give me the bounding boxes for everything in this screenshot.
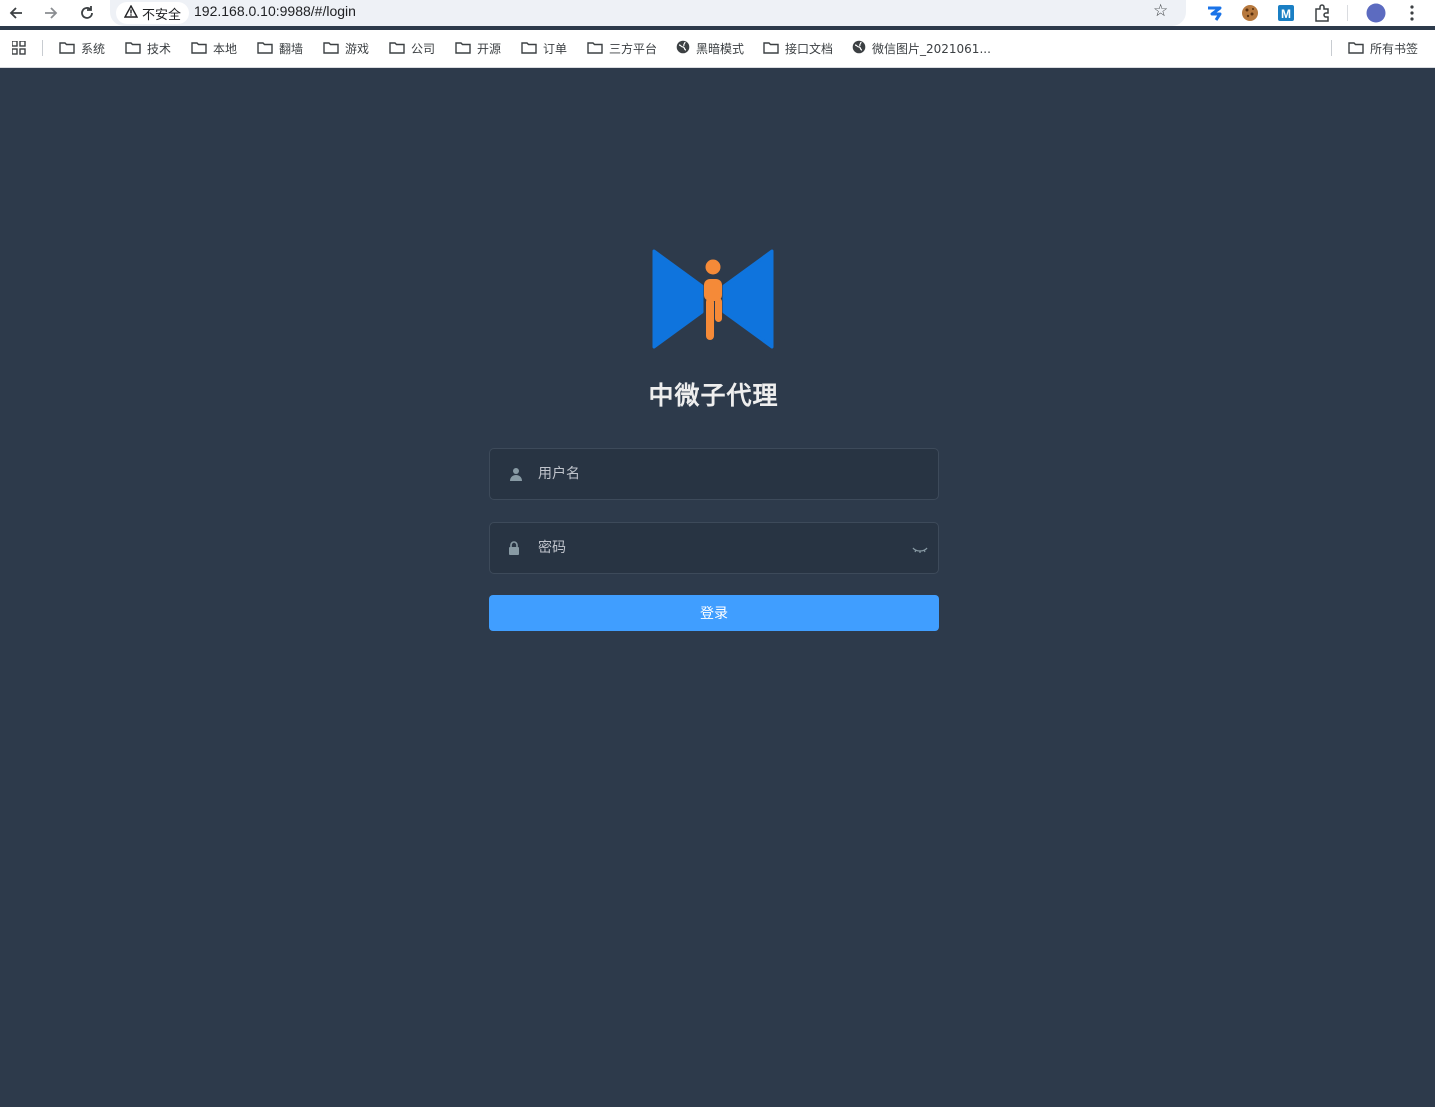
username-field[interactable] bbox=[489, 448, 939, 500]
reload-icon[interactable] bbox=[75, 2, 99, 24]
m-extension-icon[interactable]: M bbox=[1275, 2, 1297, 24]
bookmark-folder-9[interactable]: 三方平台 bbox=[587, 40, 657, 57]
username-input[interactable] bbox=[538, 449, 908, 499]
bookmark-folder-1[interactable]: 系统 bbox=[59, 40, 105, 57]
url-text[interactable]: 192.168.0.10:9988/#/login bbox=[194, 3, 356, 19]
apps-grid-icon[interactable] bbox=[12, 41, 32, 55]
eye-closed-icon[interactable] bbox=[912, 541, 928, 553]
user-icon bbox=[508, 466, 524, 482]
cookie-extension-icon[interactable] bbox=[1239, 2, 1261, 24]
password-input[interactable] bbox=[538, 523, 908, 573]
bookmark-star-icon[interactable]: ☆ bbox=[1153, 1, 1168, 21]
bookmark-link-12[interactable]: 微信图片_2021061... bbox=[852, 40, 991, 57]
bookmark-label: 系统 bbox=[81, 42, 106, 56]
folder-icon bbox=[389, 41, 411, 57]
bookmark-label: 黑暗模式 bbox=[696, 42, 745, 56]
bookmark-folder-6[interactable]: 公司 bbox=[389, 40, 435, 57]
folder-icon bbox=[587, 41, 609, 57]
profile-avatar[interactable] bbox=[1365, 2, 1387, 24]
folder-icon bbox=[521, 41, 543, 57]
folder-icon bbox=[1348, 41, 1370, 57]
bookmark-folder-2[interactable]: 技术 bbox=[125, 40, 171, 57]
bookmark-folder-3[interactable]: 本地 bbox=[191, 40, 237, 57]
bookmarks-divider bbox=[1331, 40, 1332, 56]
security-chip[interactable]: 不安全 bbox=[116, 2, 190, 24]
login-button[interactable]: 登录 bbox=[489, 595, 939, 631]
folder-icon bbox=[763, 41, 785, 57]
globe-icon bbox=[676, 40, 696, 57]
bookmarks-divider bbox=[42, 40, 43, 56]
bookmark-label: 本地 bbox=[213, 42, 238, 56]
folder-icon bbox=[59, 41, 81, 57]
bookmark-folder-11[interactable]: 接口文档 bbox=[763, 40, 833, 57]
bookmark-label: 订单 bbox=[543, 42, 568, 56]
globe-icon bbox=[852, 40, 872, 57]
bookmark-label: 翻墙 bbox=[279, 42, 304, 56]
lock-icon bbox=[506, 540, 522, 556]
bookmark-label: 公司 bbox=[411, 42, 436, 56]
address-bar[interactable]: 不安全 192.168.0.10:9988/#/login ☆ bbox=[110, 0, 1186, 26]
more-menu-icon[interactable] bbox=[1401, 2, 1423, 24]
puzzle-extensions-icon[interactable] bbox=[1311, 2, 1333, 24]
bookmark-folder-4[interactable]: 翻墙 bbox=[257, 40, 303, 57]
bookmark-label: 所有书签 bbox=[1370, 42, 1419, 56]
bookmark-folder-8[interactable]: 订单 bbox=[521, 40, 567, 57]
back-arrow-icon[interactable] bbox=[4, 2, 28, 24]
bookmarks-bar: 系统 技术 本地 翻墙 游戏 公司 开源 订单 三方平台 黑暗模式 接口文档 微… bbox=[0, 30, 1435, 68]
bookmark-folder-5[interactable]: 游戏 bbox=[323, 40, 369, 57]
folder-icon bbox=[455, 41, 477, 57]
svg-text:M: M bbox=[1281, 7, 1291, 21]
folder-icon bbox=[323, 41, 345, 57]
bookmark-label: 微信图片_2021061... bbox=[872, 42, 991, 56]
bookmark-label: 三方平台 bbox=[609, 42, 658, 56]
bookmark-label: 接口文档 bbox=[785, 42, 834, 56]
bookmark-link-10[interactable]: 黑暗模式 bbox=[676, 40, 744, 57]
translate-extension-icon[interactable] bbox=[1203, 2, 1225, 24]
bookmark-label: 技术 bbox=[147, 42, 172, 56]
bookmark-folder-7[interactable]: 开源 bbox=[455, 40, 501, 57]
folder-icon bbox=[257, 41, 279, 57]
app-logo bbox=[652, 248, 774, 350]
app-title: 中微子代理 bbox=[648, 381, 779, 410]
browser-toolbar: 不安全 192.168.0.10:9988/#/login ☆ M bbox=[0, 0, 1435, 26]
folder-icon bbox=[191, 41, 213, 57]
forward-arrow-icon[interactable] bbox=[39, 2, 63, 24]
bookmark-label: 开源 bbox=[477, 42, 502, 56]
toolbar-divider bbox=[1347, 5, 1348, 21]
security-label: 不安全 bbox=[142, 7, 182, 23]
all-bookmarks-folder[interactable]: 所有书签 bbox=[1348, 40, 1418, 57]
password-field[interactable] bbox=[489, 522, 939, 574]
folder-icon bbox=[125, 41, 147, 57]
bookmark-label: 游戏 bbox=[345, 42, 370, 56]
warning-icon bbox=[123, 4, 139, 21]
